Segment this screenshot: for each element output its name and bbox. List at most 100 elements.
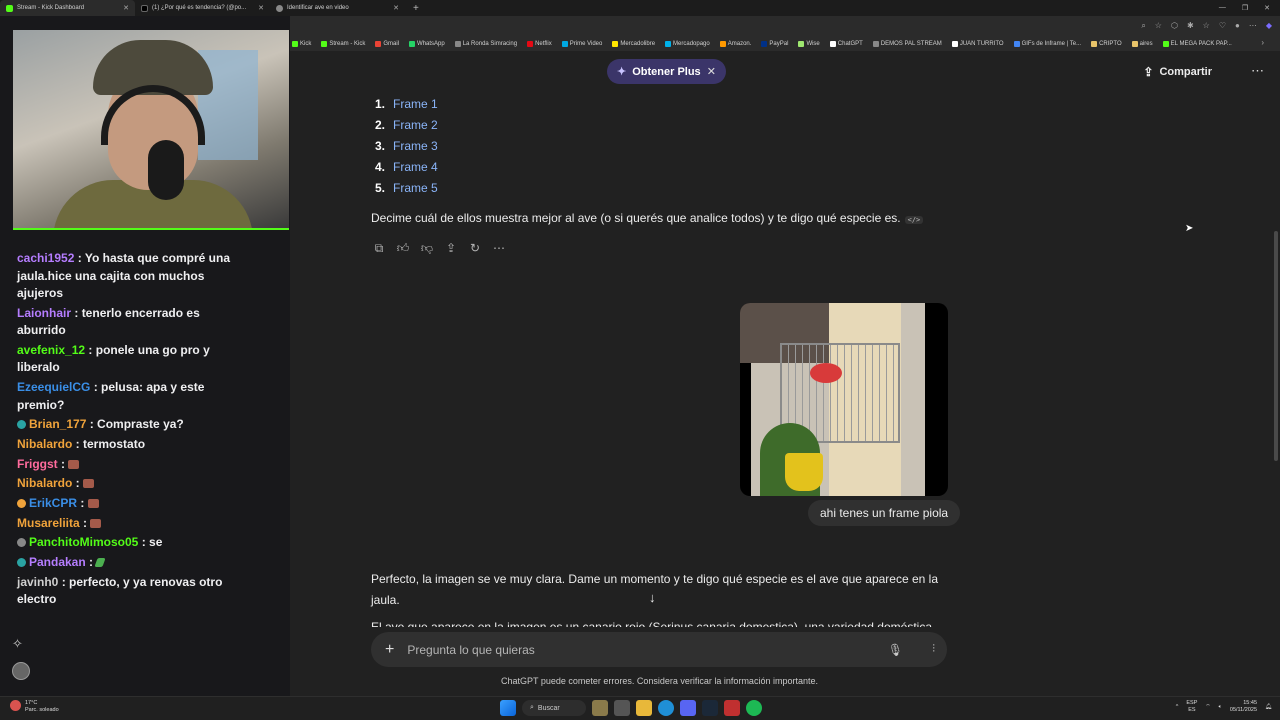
bookmark-item[interactable]: Netflix — [527, 40, 552, 47]
more-icon[interactable]: ⋯ — [492, 241, 506, 256]
extensions-icon[interactable]: ✱ — [1187, 21, 1194, 31]
bookmark-item[interactable]: Mercadolibre — [612, 40, 655, 47]
bookmark-label: Kick — [300, 40, 312, 47]
profile-avatar[interactable]: ● — [1235, 21, 1240, 31]
tab-trending[interactable]: (1) ¿Por qué es tendencia? (@po... ✕ — [135, 0, 270, 16]
edge-icon[interactable] — [658, 700, 674, 716]
language-indicator[interactable]: ESP ES — [1186, 700, 1197, 714]
zoom-icon[interactable]: ⌕ — [1141, 21, 1145, 31]
microphone-icon[interactable]: 🎙︎ — [888, 643, 903, 657]
chat-username[interactable]: Laionhair — [17, 306, 71, 320]
chat-username[interactable]: EzeequielCG — [17, 380, 90, 394]
uploaded-frame-image[interactable] — [740, 303, 948, 496]
file-explorer-icon[interactable] — [636, 700, 652, 716]
code-chip[interactable]: </> — [904, 216, 924, 224]
attach-plus-icon[interactable]: + — [385, 641, 394, 659]
scrollbar[interactable] — [1274, 231, 1278, 461]
new-tab-button[interactable]: + — [405, 3, 427, 14]
steam-icon[interactable] — [702, 700, 718, 716]
chat-username[interactable]: avefenix_12 — [17, 343, 85, 357]
close-icon[interactable]: ✕ — [707, 65, 716, 78]
taskbar-search[interactable]: ⌕ Buscar — [522, 700, 586, 716]
chat-username[interactable]: Friggst — [17, 457, 58, 471]
thumbs-up-icon[interactable]: 👍︎ — [396, 241, 410, 256]
prompt-input[interactable] — [407, 642, 868, 657]
collections-icon[interactable]: ♡ — [1219, 21, 1226, 31]
regenerate-icon[interactable]: ↻ — [468, 241, 482, 256]
tray-chevron-icon[interactable]: ^ — [1176, 704, 1179, 711]
widgets-icon[interactable] — [592, 700, 608, 716]
frame-link[interactable]: Frame 1 — [393, 97, 438, 118]
bookmark-item[interactable]: WhatsApp — [409, 40, 445, 47]
scroll-down-icon[interactable]: ↓ — [649, 590, 656, 605]
bookmark-favicon-icon — [561, 40, 568, 47]
chat-username[interactable]: Nibalardo — [17, 476, 72, 490]
start-windows-icon[interactable] — [500, 700, 516, 716]
bookmark-item[interactable]: La Ronda Simracing — [454, 40, 517, 47]
stream-panel: cachi1952 : Yo hasta que compré una jaul… — [0, 16, 290, 696]
chat-username[interactable]: ErikCPR — [29, 496, 77, 510]
list-item: 3. Frame 3 — [371, 139, 438, 160]
share-icon[interactable]: ⇪ — [444, 241, 458, 256]
bookmark-item[interactable]: PayPal — [761, 40, 788, 47]
bookmark-item[interactable]: Gmail — [375, 40, 399, 47]
star-icon[interactable]: ☆ — [1155, 21, 1162, 31]
bookmark-item[interactable]: CRIPTO — [1091, 40, 1122, 47]
bookmark-item[interactable]: Kick — [292, 40, 312, 47]
copy-icon[interactable]: ⧉ — [372, 241, 386, 256]
bookmark-item[interactable]: Amazon. — [719, 40, 751, 47]
maximize-icon[interactable]: ❐ — [1242, 4, 1248, 12]
close-tab-icon[interactable]: ✕ — [123, 4, 129, 12]
chat-username[interactable]: Brian_177 — [29, 417, 86, 431]
chat-username[interactable]: PanchitoMimoso05 — [29, 535, 138, 549]
clock[interactable]: 15:45 05/11/2025 — [1230, 700, 1257, 714]
share-button[interactable]: ⇪ Compartir — [1143, 65, 1212, 79]
wifi-icon[interactable]: ⌔ — [1205, 704, 1210, 711]
more-options-icon[interactable]: ⋯ — [1251, 63, 1264, 79]
bookmark-item[interactable]: Prime Video — [561, 40, 602, 47]
chevron-right-icon[interactable]: › — [1261, 38, 1264, 47]
close-tab-icon[interactable]: ✕ — [393, 4, 399, 12]
notifications-icon[interactable]: 🔔︎ — [1265, 704, 1272, 711]
minimize-icon[interactable]: — — [1219, 4, 1226, 12]
app-icon[interactable] — [724, 700, 740, 716]
spotify-icon[interactable] — [746, 700, 762, 716]
voice-mode-icon[interactable]: ⫶ — [932, 643, 935, 656]
bookmark-favicon-icon — [612, 40, 619, 47]
tab-identify-bird[interactable]: Identificar ave en video ✕ — [270, 0, 405, 16]
bookmark-item[interactable]: GIFs de Inframe | Te... — [1013, 40, 1081, 47]
chat-username[interactable]: Nibalardo — [17, 437, 72, 451]
favorites-icon[interactable]: ☆ — [1203, 21, 1210, 31]
bookmark-item[interactable]: JUAN TURRITO — [951, 40, 1004, 47]
chat-username[interactable]: javinh0 — [17, 575, 58, 589]
bookmark-item[interactable]: DEMOS PAL STREAM — [872, 40, 942, 47]
bookmark-label: aires — [1139, 40, 1153, 47]
sparkle-icon[interactable]: ✧ — [12, 636, 23, 652]
bookmark-item[interactable]: Mercadopago — [665, 40, 710, 47]
discord-icon[interactable] — [680, 700, 696, 716]
menu-icon[interactable]: ⋯ — [1249, 21, 1257, 31]
avatar[interactable] — [12, 662, 30, 680]
volume-icon[interactable]: 🔈︎ — [1219, 704, 1222, 711]
chat-username[interactable]: cachi1952 — [17, 251, 74, 265]
frame-link[interactable]: Frame 4 — [393, 160, 438, 181]
chat-username[interactable]: Musareliita — [17, 516, 80, 530]
frame-link[interactable]: Frame 2 — [393, 118, 438, 139]
task-view-icon[interactable] — [614, 700, 630, 716]
bookmark-item[interactable]: Stream - Kick — [321, 40, 365, 47]
get-plus-button[interactable]: ✦ Obtener Plus ✕ — [607, 59, 726, 84]
tab-kick-dashboard[interactable]: Stream - Kick Dashboard ✕ — [0, 0, 135, 16]
bookmark-item[interactable]: aires — [1131, 40, 1153, 47]
chat-username[interactable]: Pandakan — [29, 555, 86, 569]
bookmark-item[interactable]: ChatGPT — [829, 40, 863, 47]
close-window-icon[interactable]: ✕ — [1264, 4, 1270, 12]
bookmark-item[interactable]: EL MEGA PACK PAP... — [1162, 40, 1232, 47]
frame-link[interactable]: Frame 3 — [393, 139, 438, 160]
bookmark-item[interactable]: Wise — [798, 40, 820, 47]
weather-widget[interactable]: 17°C Parc. soleado — [10, 700, 59, 714]
close-tab-icon[interactable]: ✕ — [258, 4, 264, 12]
frame-link[interactable]: Frame 5 — [393, 181, 438, 202]
copilot-icon[interactable]: ◆ — [1266, 21, 1272, 31]
extension-icon[interactable]: ⬡ — [1171, 21, 1178, 31]
thumbs-down-icon[interactable]: 👎︎ — [420, 241, 434, 256]
